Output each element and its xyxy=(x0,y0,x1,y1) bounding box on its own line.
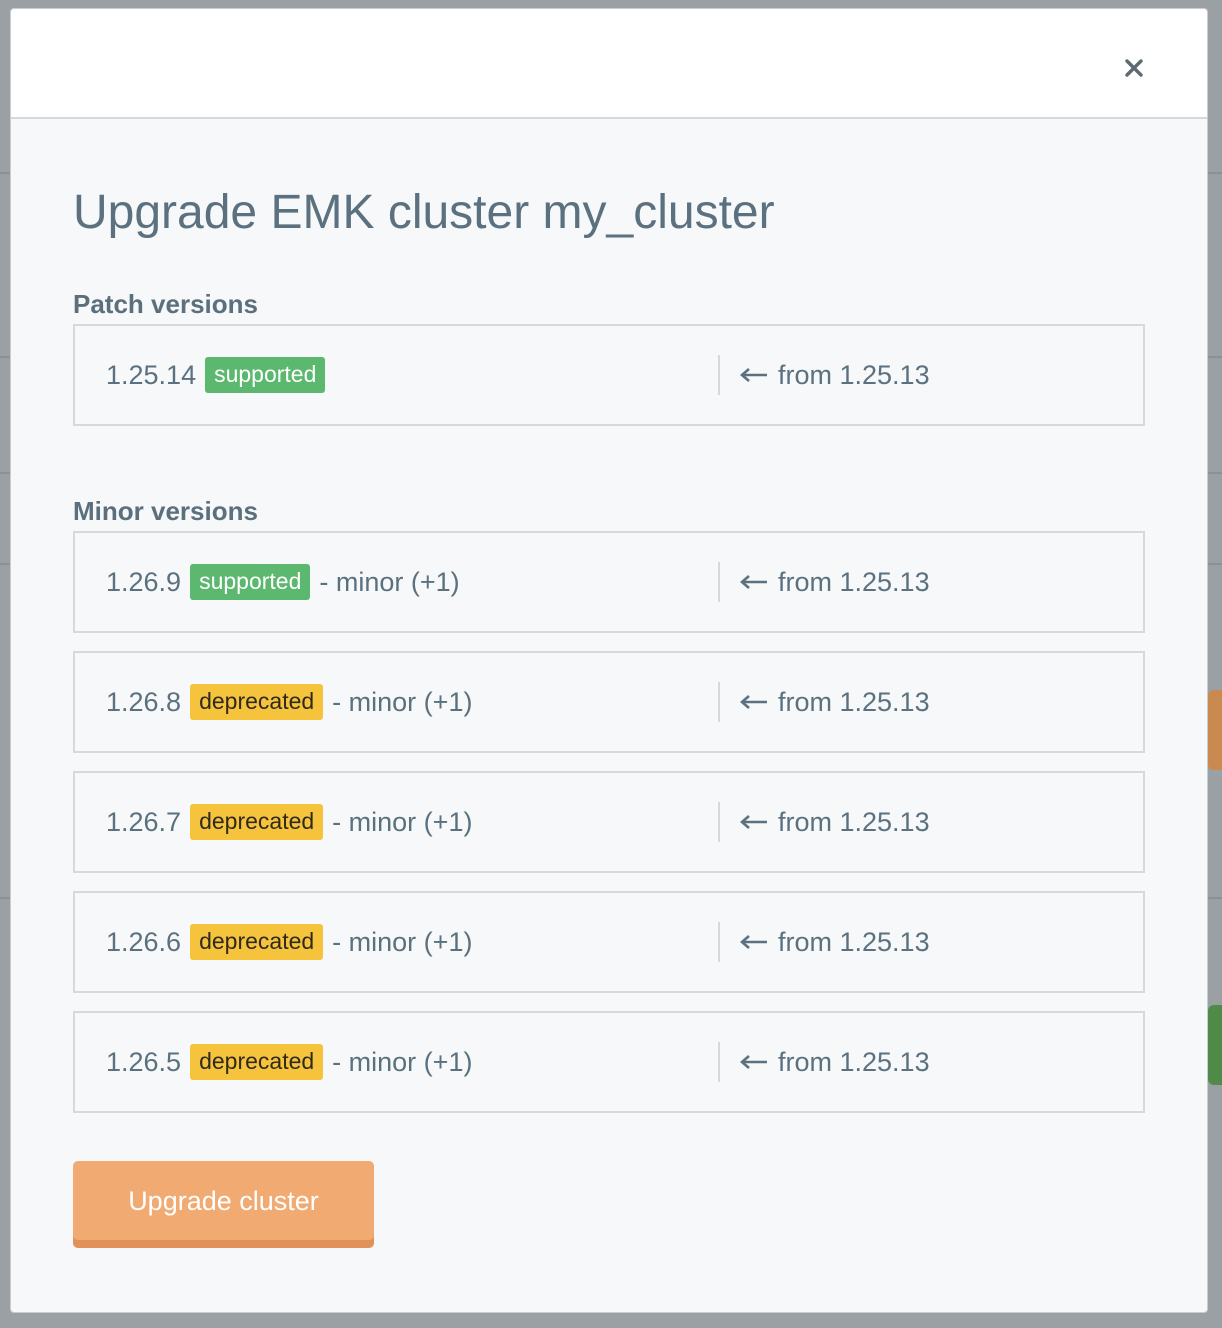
status-badge: deprecated xyxy=(190,924,324,960)
patch-versions-heading: Patch versions xyxy=(73,289,258,319)
upgrade-dialog: Upgrade EMK cluster my_cluster Patch ver… xyxy=(10,8,1208,1313)
version-option[interactable]: 1.26.7 deprecated - minor (+1) from 1.25.13 xyxy=(73,771,1145,873)
patch-version-list: 1.25.14 supported from 1.25.13 xyxy=(73,324,1145,426)
minor-versions-heading: Minor versions xyxy=(73,496,258,526)
version-info: 1.26.9 supported - minor (+1) xyxy=(75,564,718,600)
dialog-header xyxy=(11,9,1207,119)
version-kind: - minor (+1) xyxy=(332,1046,473,1077)
upgrade-source: from 1.25.13 xyxy=(720,807,930,838)
version-info: 1.25.14 supported xyxy=(75,357,718,393)
version-kind: - minor (+1) xyxy=(319,566,460,597)
from-version: from 1.25.13 xyxy=(778,806,930,837)
arrow-left-icon xyxy=(740,1054,768,1070)
status-badge: supported xyxy=(190,564,311,600)
upgrade-source: from 1.25.13 xyxy=(720,687,930,718)
version-option[interactable]: 1.26.9 supported - minor (+1) from 1.25.13 xyxy=(73,531,1145,633)
version-kind: - minor (+1) xyxy=(332,926,473,957)
status-badge: deprecated xyxy=(190,1044,324,1080)
dialog-title: Upgrade EMK cluster my_cluster xyxy=(73,186,775,239)
arrow-left-icon xyxy=(740,934,768,950)
backdrop-orange-button xyxy=(1208,690,1222,770)
version-option[interactable]: 1.26.6 deprecated - minor (+1) from 1.25.13 xyxy=(73,891,1145,993)
version-info: 1.26.8 deprecated - minor (+1) xyxy=(75,684,718,720)
from-version: from 1.25.13 xyxy=(778,566,930,597)
from-version: from 1.25.13 xyxy=(778,1046,930,1077)
dialog-body: Upgrade EMK cluster my_cluster Patch ver… xyxy=(11,119,1207,1248)
arrow-left-icon xyxy=(740,367,768,383)
version-option[interactable]: 1.25.14 supported from 1.25.13 xyxy=(73,324,1145,426)
version-number: 1.26.7 xyxy=(106,806,182,837)
close-button[interactable] xyxy=(1119,53,1149,83)
version-option[interactable]: 1.26.5 deprecated - minor (+1) from 1.25.13 xyxy=(73,1011,1145,1113)
upgrade-source: from 1.25.13 xyxy=(720,360,930,391)
status-badge: deprecated xyxy=(190,804,324,840)
version-number: 1.26.6 xyxy=(106,926,182,957)
from-version: from 1.25.13 xyxy=(778,359,930,390)
arrow-left-icon xyxy=(740,694,768,710)
upgrade-cluster-button[interactable]: Upgrade cluster xyxy=(73,1161,374,1248)
status-badge: deprecated xyxy=(190,684,324,720)
version-info: 1.26.7 deprecated - minor (+1) xyxy=(75,804,718,840)
upgrade-source: from 1.25.13 xyxy=(720,1047,930,1078)
close-icon xyxy=(1125,59,1143,77)
arrow-left-icon xyxy=(740,574,768,590)
version-kind: - minor (+1) xyxy=(332,806,473,837)
from-version: from 1.25.13 xyxy=(778,926,930,957)
upgrade-source: from 1.25.13 xyxy=(720,927,930,958)
version-number: 1.25.14 xyxy=(106,359,197,390)
arrow-left-icon xyxy=(740,814,768,830)
version-number: 1.26.8 xyxy=(106,686,182,717)
version-number: 1.26.5 xyxy=(106,1046,182,1077)
backdrop-green-button xyxy=(1208,1005,1222,1085)
status-badge: supported xyxy=(205,357,326,393)
upgrade-source: from 1.25.13 xyxy=(720,567,930,598)
from-version: from 1.25.13 xyxy=(778,686,930,717)
version-option[interactable]: 1.26.8 deprecated - minor (+1) from 1.25.13 xyxy=(73,651,1145,753)
minor-version-list: 1.26.9 supported - minor (+1) from 1.25.13 1… xyxy=(73,531,1145,1113)
version-number: 1.26.9 xyxy=(106,566,182,597)
version-info: 1.26.6 deprecated - minor (+1) xyxy=(75,924,718,960)
version-info: 1.26.5 deprecated - minor (+1) xyxy=(75,1044,718,1080)
version-kind: - minor (+1) xyxy=(332,686,473,717)
